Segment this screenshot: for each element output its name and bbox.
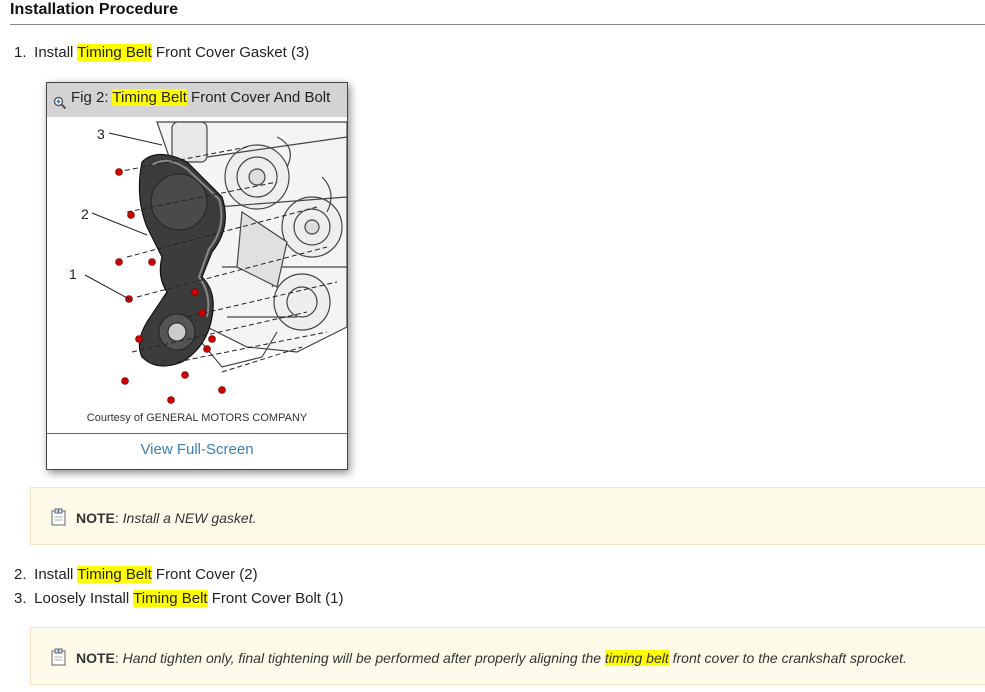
bolt: [127, 211, 135, 219]
note-icon: [51, 508, 67, 531]
note-box: NOTE: Install a NEW gasket.: [30, 487, 985, 545]
step-number: 1.: [14, 44, 27, 61]
bolt: [135, 335, 143, 343]
step-1: 1. Install Timing Belt Front Cover Gaske…: [14, 44, 309, 61]
figure-title-prefix: Fig 2:: [71, 89, 113, 106]
note-text: NOTE: Install a NEW gasket.: [76, 510, 257, 526]
engine-diagram[interactable]: 3 2 1: [47, 117, 347, 407]
heading-divider: [10, 24, 985, 25]
bolt: [115, 258, 123, 266]
bolt: [191, 288, 199, 296]
step-3: 3. Loosely Install Timing Belt Front Cov…: [14, 590, 343, 607]
bolt: [167, 396, 175, 404]
figure-title-suffix: Front Cover And Bolt: [186, 89, 331, 106]
note-highlight: timing belt: [604, 650, 669, 666]
bolt: [121, 377, 129, 385]
figure-credit: Courtesy of GENERAL MOTORS COMPANY: [86, 412, 308, 424]
note-label: NOTE: [76, 650, 115, 666]
bolt: [208, 335, 216, 343]
view-fullscreen-link[interactable]: View Full-Screen: [47, 441, 347, 458]
bolt: [181, 371, 189, 379]
figure-title-highlight: Timing Belt: [112, 89, 187, 106]
step-text-suffix: Front Cover Bolt (1): [207, 590, 344, 607]
figure-header: Fig 2: Timing Belt Front Cover And Bolt: [47, 83, 347, 117]
step-2: 2. Install Timing Belt Front Cover (2): [14, 566, 258, 583]
note-label: NOTE: [76, 510, 115, 526]
step-text-suffix: Front Cover Gasket (3): [151, 44, 310, 61]
note-body: Install a NEW gasket.: [122, 510, 257, 526]
step-text-prefix: Install: [34, 566, 78, 583]
step-highlight: Timing Belt: [133, 590, 208, 607]
callout-3: 3: [97, 126, 105, 142]
figure-title: Fig 2: Timing Belt Front Cover And Bolt: [71, 83, 330, 113]
note-box: NOTE: Hand tighten only, final tightenin…: [30, 627, 985, 685]
bolt: [203, 345, 211, 353]
step-text-prefix: Loosely Install: [34, 590, 134, 607]
note-body: Hand tighten only, final tightening will…: [122, 650, 605, 666]
step-number: 3.: [14, 590, 27, 607]
bolt: [218, 386, 226, 394]
section-heading: Installation Procedure: [10, 1, 179, 18]
bolt: [148, 258, 156, 266]
step-number: 2.: [14, 566, 27, 583]
figure-card: Fig 2: Timing Belt Front Cover And Bolt: [46, 82, 348, 470]
bolt: [115, 168, 123, 176]
step-text-suffix: Front Cover (2): [151, 566, 258, 583]
note-icon: [51, 648, 67, 671]
callout-1: 1: [69, 266, 77, 282]
step-highlight: Timing Belt: [77, 44, 152, 61]
callout-2: 2: [81, 206, 89, 222]
note-separator: :: [114, 510, 123, 526]
note-body-suffix: front cover to the crankshaft sprocket.: [668, 650, 907, 666]
step-text-prefix: Install: [34, 44, 78, 61]
note-separator: :: [114, 650, 123, 666]
bolt: [198, 309, 206, 317]
step-highlight: Timing Belt: [77, 566, 152, 583]
note-text: NOTE: Hand tighten only, final tightenin…: [76, 650, 907, 666]
figure-divider: [47, 433, 347, 434]
